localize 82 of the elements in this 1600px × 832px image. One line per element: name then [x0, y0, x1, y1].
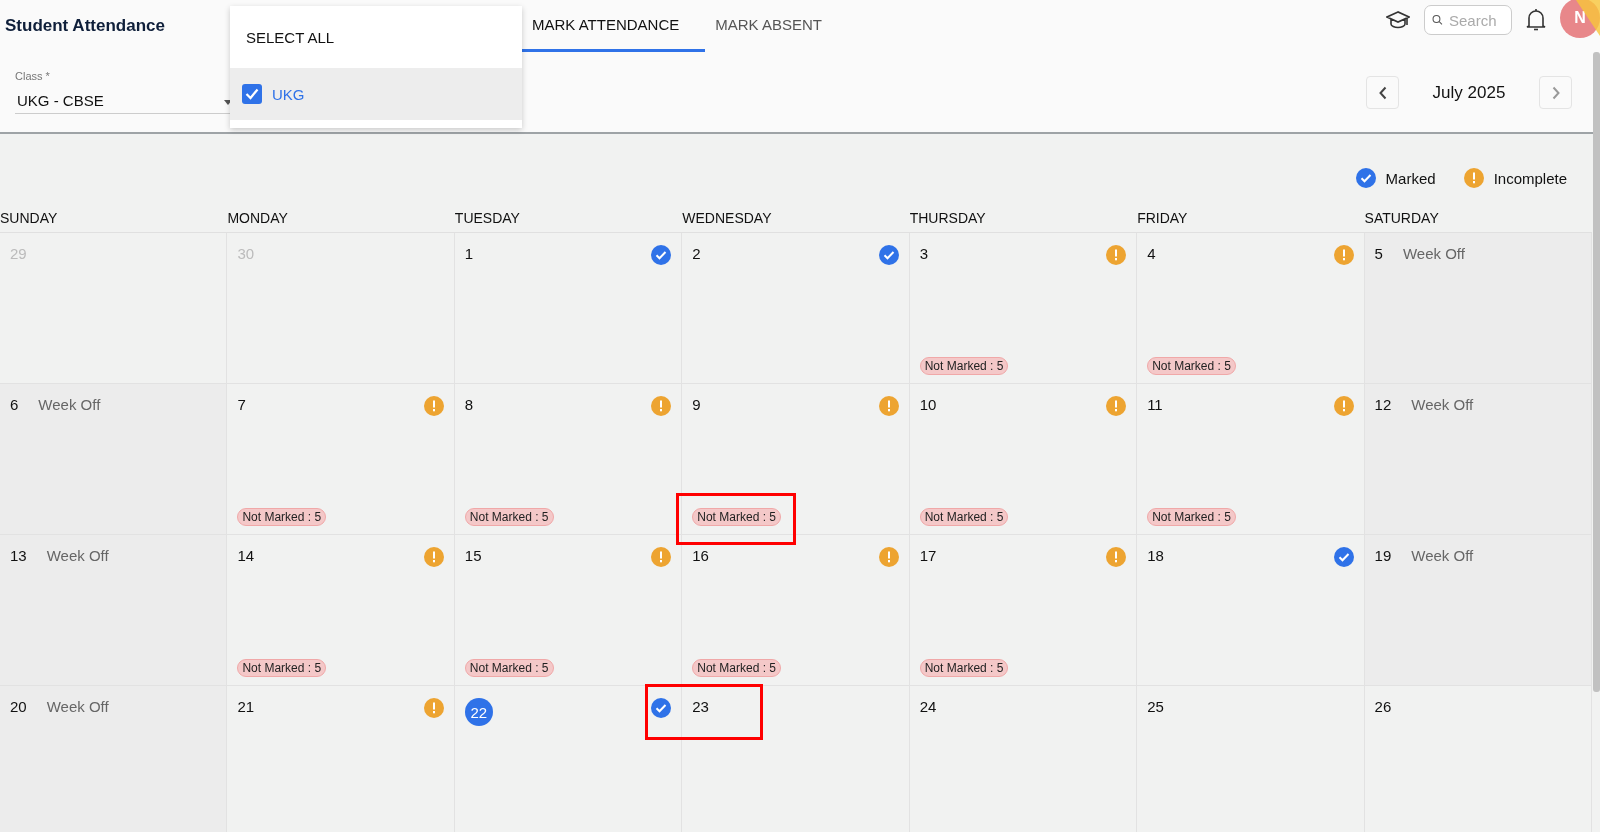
graduation-cap-icon[interactable]	[1386, 9, 1410, 31]
day-number: 1	[464, 245, 474, 262]
calendar-day-cell[interactable]: 20 Week Off	[0, 686, 228, 832]
not-marked-tag: Not Marked : 5	[692, 508, 781, 526]
calendar-day-cell[interactable]: 15 Not Marked : 5	[454, 535, 683, 686]
warning-circle-icon	[1463, 168, 1484, 188]
calendar-day-cell[interactable]: 3 Not Marked : 5	[909, 233, 1138, 384]
not-marked-tag: Not Marked : 5	[1147, 508, 1236, 526]
class-option[interactable]: UKG	[230, 68, 522, 120]
day-number: 7	[237, 396, 246, 413]
day-number: 18	[1147, 547, 1164, 564]
tab[interactable]: MARK ABSENT	[705, 0, 848, 52]
bell-icon[interactable]	[1526, 8, 1546, 32]
day-number: 10	[919, 396, 937, 413]
calendar-day-cell[interactable]: 5 Week Off	[1364, 233, 1592, 384]
calendar-day-cell[interactable]: 12 Week Off	[1364, 384, 1592, 535]
week-off-label: Week Off	[38, 396, 101, 413]
week-off-label: Week Off	[1411, 396, 1474, 413]
day-number: 9	[692, 396, 701, 413]
day-number: 21	[237, 698, 255, 715]
page-title: Student Attendance	[5, 16, 166, 36]
day-number: 13	[10, 547, 27, 564]
day-number: 11	[1147, 396, 1163, 413]
calendar-day-cell[interactable]: 1	[454, 233, 683, 384]
today-date: 22	[464, 698, 493, 726]
week-off-label: Week Off	[46, 547, 109, 564]
calendar-day-cell[interactable]: 14 Not Marked : 5	[227, 535, 455, 686]
calendar-day-cell[interactable]: 4 Not Marked : 5	[1137, 233, 1365, 384]
calendar-day-cell[interactable]: 17 Not Marked : 5	[909, 535, 1138, 686]
calendar-day-cell[interactable]: 8 Not Marked : 5	[454, 384, 683, 535]
day-number: 15	[464, 547, 482, 564]
not-marked-tag: Not Marked : 5	[1147, 357, 1236, 375]
legend-label: Marked	[1385, 169, 1436, 187]
search-field[interactable]: Search	[1447, 10, 1511, 30]
not-marked-tag: Not Marked : 5	[919, 508, 1009, 526]
day-number: 8	[464, 396, 474, 413]
day-number: 12	[1374, 396, 1392, 413]
month-label: July 2025	[1431, 82, 1507, 103]
not-marked-tag: Not Marked : 5	[692, 659, 781, 677]
day-number: 23	[692, 698, 709, 715]
day-number: 24	[919, 698, 937, 715]
search-icon	[1432, 12, 1443, 28]
calendar-day-cell[interactable]: 6 Week Off	[0, 384, 228, 535]
calendar-day-cell[interactable]: 11 Not Marked : 5	[1137, 384, 1365, 535]
day-number: 2	[692, 245, 701, 262]
day-number: 26	[1374, 698, 1392, 715]
day-number: 17	[919, 547, 937, 564]
day-number: 25	[1147, 698, 1164, 715]
previous-month-button[interactable]	[1366, 76, 1399, 109]
calendar-day-cell[interactable]: 10 Not Marked : 5	[909, 384, 1138, 535]
day-number: 4	[1147, 245, 1156, 262]
not-marked-tag: Not Marked : 5	[464, 659, 554, 677]
not-marked-tag: Not Marked : 5	[237, 508, 327, 526]
day-number: 5	[1374, 245, 1383, 262]
calendar-day-cell[interactable]: 13 Week Off	[0, 535, 228, 686]
calendar-day-cell[interactable]: 18	[1137, 535, 1365, 686]
not-marked-tag: Not Marked : 5	[464, 508, 554, 526]
day-number: 14	[237, 547, 255, 564]
calendar-day-cell[interactable]: 19 Week Off	[1364, 535, 1592, 686]
day-number: 20	[10, 698, 27, 715]
day-number: 3	[919, 245, 929, 262]
not-marked-tag: Not Marked : 5	[919, 357, 1009, 375]
chevron-right-icon	[1550, 85, 1561, 100]
tab[interactable]: MARK ATTENDANCE	[522, 0, 706, 52]
calendar-day-cell[interactable]: 2	[682, 233, 910, 384]
not-marked-tag: Not Marked : 5	[919, 659, 1009, 677]
day-number: 19	[1374, 547, 1392, 564]
not-marked-tag: Not Marked : 5	[237, 659, 327, 677]
checkbox[interactable]	[242, 84, 262, 104]
scrollbar[interactable]	[1593, 52, 1600, 692]
week-off-label: Week Off	[46, 698, 109, 715]
calendar-day-cell[interactable]: 7 Not Marked : 5	[227, 384, 455, 535]
legend-label: Incomplete	[1493, 169, 1567, 187]
week-off-label: Week Off	[1411, 547, 1474, 564]
day-number: 6	[10, 396, 19, 413]
calendar-day-cell[interactable]: 9 Not Marked : 5	[682, 384, 910, 535]
check-circle-icon	[1355, 168, 1376, 188]
week-off-label: Week Off	[1402, 245, 1465, 262]
chevron-left-icon	[1377, 85, 1388, 100]
search-bar[interactable]: Search	[1424, 5, 1512, 35]
select-all-option[interactable]: SELECT ALL	[246, 28, 335, 46]
day-number: 16	[692, 547, 709, 564]
